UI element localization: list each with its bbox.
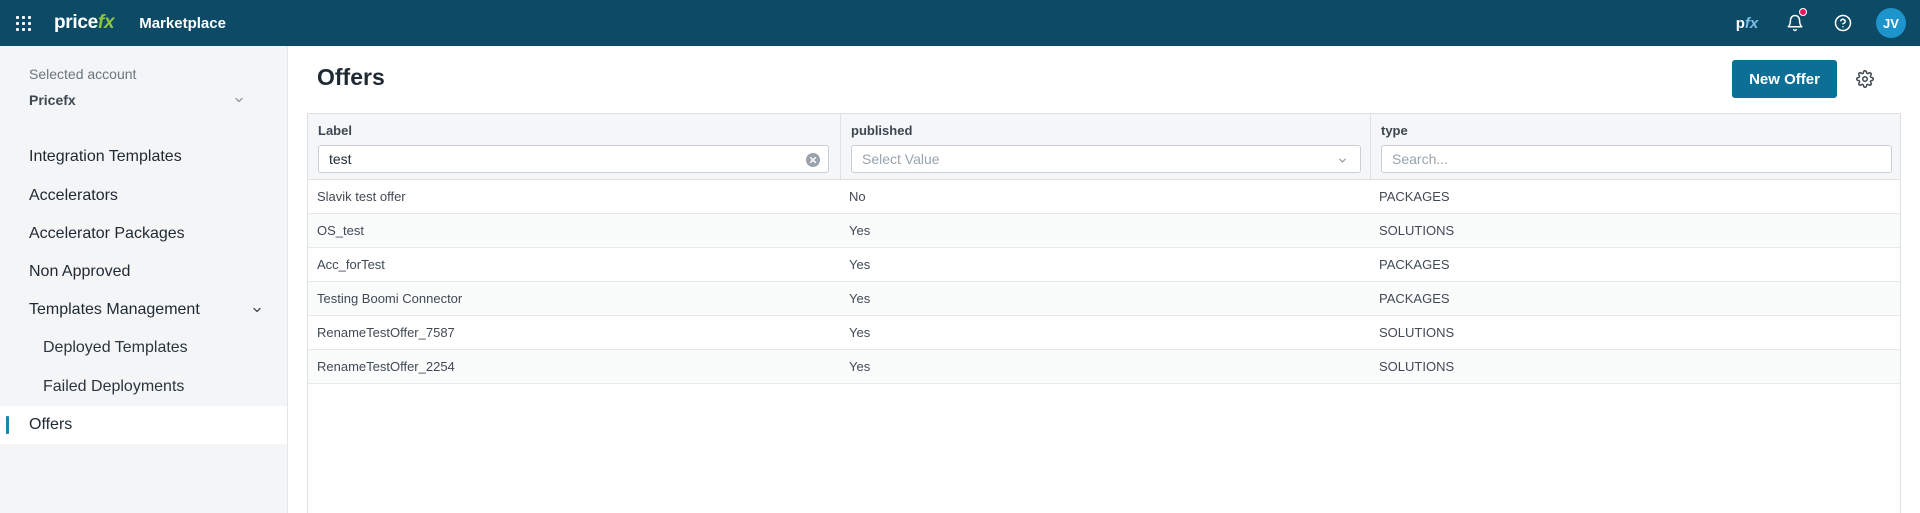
filter-placeholder: Select Value xyxy=(862,151,940,167)
top-bar-actions: pfx JV xyxy=(1723,0,1906,46)
sidebar: Selected account Pricefx Integration Tem… xyxy=(0,46,288,513)
close-icon xyxy=(809,156,817,164)
table-row[interactable]: Testing Boomi Connector Yes PACKAGES xyxy=(308,282,1900,316)
cell-published: No xyxy=(849,189,866,204)
active-indicator xyxy=(6,416,9,434)
chevron-down-icon xyxy=(235,97,243,103)
sidebar-item-non-approved[interactable]: Non Approved xyxy=(0,253,287,291)
sidebar-item-label: Failed Deployments xyxy=(43,378,185,395)
user-avatar[interactable]: JV xyxy=(1876,8,1906,38)
sidebar-item-deployed-templates[interactable]: Deployed Templates xyxy=(0,329,287,367)
sidebar-item-accelerator-packages[interactable]: Accelerator Packages xyxy=(0,215,287,253)
gear-icon xyxy=(1856,70,1874,88)
table-row[interactable]: Acc_forTest Yes PACKAGES xyxy=(308,248,1900,282)
column-title: type xyxy=(1381,123,1408,138)
sidebar-item-label: Deployed Templates xyxy=(43,339,188,356)
cell-published: Yes xyxy=(849,359,871,374)
cell-label: OS_test xyxy=(317,223,364,238)
sidebar-item-label: Integration Templates xyxy=(29,148,182,165)
bell-icon xyxy=(1787,14,1803,32)
column-title: Label xyxy=(318,123,352,138)
table-row[interactable]: Slavik test offer No PACKAGES xyxy=(308,180,1900,214)
sidebar-item-integration-templates[interactable]: Integration Templates xyxy=(0,138,287,176)
cell-published: Yes xyxy=(849,223,871,238)
chevron-down-icon xyxy=(1339,158,1346,163)
apps-grid-icon xyxy=(15,15,31,31)
table-row[interactable]: OS_test Yes SOLUTIONS xyxy=(308,214,1900,248)
cell-label: Acc_forTest xyxy=(317,257,385,272)
sidebar-item-offers[interactable]: Offers xyxy=(0,406,287,444)
cell-published: Yes xyxy=(849,257,871,272)
top-bar: price fx Marketplace pfx JV xyxy=(0,0,1920,46)
cell-published: Yes xyxy=(849,291,871,306)
column-header-label[interactable]: Label test xyxy=(308,114,840,180)
sidebar-item-label: Templates Management xyxy=(29,301,200,318)
column-header-type[interactable]: type Search... xyxy=(1370,114,1900,180)
clear-filter-button[interactable] xyxy=(806,153,820,167)
cell-type: PACKAGES xyxy=(1379,189,1450,204)
table-row[interactable]: RenameTestOffer_7587 Yes SOLUTIONS xyxy=(308,316,1900,350)
filter-value: test xyxy=(329,151,352,167)
type-filter-input[interactable]: Search... xyxy=(1381,145,1892,173)
sidebar-item-label: Offers xyxy=(29,416,73,433)
pricefx-logo[interactable]: price fx xyxy=(54,12,115,34)
column-title: published xyxy=(851,123,913,138)
apps-menu-button[interactable] xyxy=(0,0,46,46)
label-filter-input[interactable]: test xyxy=(318,145,829,173)
cell-label: RenameTestOffer_2254 xyxy=(317,359,455,374)
sidebar-item-templates-management[interactable]: Templates Management xyxy=(0,291,287,329)
sidebar-item-accelerators[interactable]: Accelerators xyxy=(0,177,287,215)
cell-type: PACKAGES xyxy=(1379,291,1450,306)
account-value: Pricefx xyxy=(29,92,76,108)
help-button[interactable] xyxy=(1819,0,1867,46)
column-header-published[interactable]: published Select Value xyxy=(840,114,1370,180)
offers-grid: Label test published Select Value type S… xyxy=(307,113,1901,513)
cell-type: SOLUTIONS xyxy=(1379,223,1455,238)
pfx-icon: pfx xyxy=(1735,14,1759,32)
grid-header: Label test published Select Value type S… xyxy=(308,114,1900,180)
settings-button[interactable] xyxy=(1854,68,1876,90)
new-offer-button[interactable]: New Offer xyxy=(1732,60,1837,98)
pfx-button[interactable]: pfx xyxy=(1723,0,1771,46)
cell-label: Testing Boomi Connector xyxy=(317,291,463,306)
filter-placeholder: Search... xyxy=(1392,151,1449,167)
cell-type: SOLUTIONS xyxy=(1379,359,1455,374)
cell-label: Slavik test offer xyxy=(317,189,406,204)
sidebar-item-failed-deployments[interactable]: Failed Deployments xyxy=(0,368,287,406)
account-select[interactable]: Pricefx xyxy=(29,88,245,112)
cell-type: PACKAGES xyxy=(1379,257,1450,272)
page-title: Offers xyxy=(317,64,385,90)
sidebar-item-label: Accelerators xyxy=(29,187,118,204)
sidebar-item-label: Non Approved xyxy=(29,263,131,280)
cell-published: Yes xyxy=(849,325,871,340)
chevron-down-icon xyxy=(253,307,261,313)
selected-account-label: Selected account xyxy=(29,66,137,82)
sidebar-item-label: Accelerator Packages xyxy=(29,225,185,242)
app-title: Marketplace xyxy=(139,14,226,32)
cell-label: RenameTestOffer_7587 xyxy=(317,325,455,340)
cell-type: SOLUTIONS xyxy=(1379,325,1455,340)
notification-badge xyxy=(1799,8,1807,16)
published-filter-select[interactable]: Select Value xyxy=(851,145,1361,173)
help-icon xyxy=(1834,14,1852,32)
table-row[interactable]: RenameTestOffer_2254 Yes SOLUTIONS xyxy=(308,350,1900,384)
notifications-button[interactable] xyxy=(1771,0,1819,46)
